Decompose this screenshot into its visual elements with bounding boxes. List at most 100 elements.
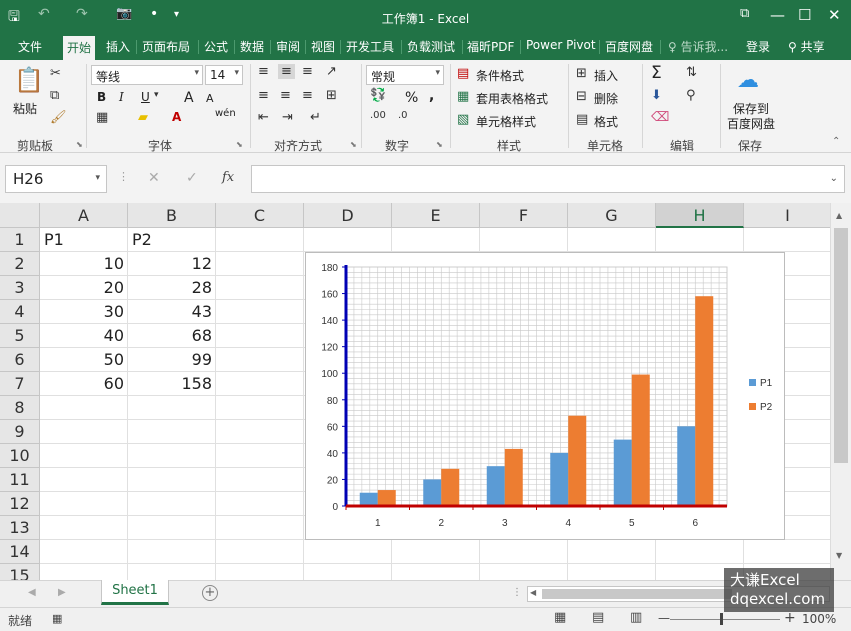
format-painter-icon[interactable]: 🖌 — [50, 110, 67, 125]
cell-b4[interactable]: 43 — [128, 300, 216, 324]
row-header-11[interactable]: 11 — [0, 468, 40, 492]
enter-icon[interactable]: ✓ — [186, 170, 198, 186]
scroll-down-icon[interactable]: ▼ — [836, 551, 842, 560]
cell-a7[interactable]: 60 — [40, 372, 128, 396]
normal-view-icon[interactable]: ▦ — [554, 610, 566, 625]
maximize-icon[interactable]: ☐ — [798, 6, 811, 24]
add-sheet-icon[interactable]: + — [202, 585, 218, 601]
number-dialog-icon[interactable]: ⬊ — [436, 140, 443, 149]
column-header-f[interactable]: F — [480, 203, 568, 228]
cut-icon[interactable]: ✂ — [50, 66, 61, 81]
find-select-icon[interactable]: ⚲ — [686, 88, 696, 103]
scroll-left-icon[interactable]: ◀ — [530, 588, 536, 597]
tell-me-search[interactable]: ♀ 告诉我... — [668, 38, 728, 55]
row-header-5[interactable]: 5 — [0, 324, 40, 348]
tab-foxit-pdf[interactable]: 福昕PDF — [467, 38, 514, 55]
column-header-a[interactable]: A — [40, 203, 128, 228]
phonetic-button[interactable]: wén — [215, 108, 236, 119]
horizontal-scroll-thumb[interactable] — [542, 589, 732, 599]
font-size-combo[interactable]: 14 ▾ — [205, 65, 243, 85]
tab-formulas[interactable]: 公式 — [204, 38, 228, 55]
zoom-in-button[interactable]: + — [784, 610, 796, 626]
insert-function-button[interactable]: fx — [222, 170, 234, 185]
row-header-4[interactable]: 4 — [0, 300, 40, 324]
align-right-icon[interactable]: ≡ — [302, 88, 313, 103]
currency-icon[interactable]: 💱 — [370, 88, 386, 103]
grow-font-button[interactable]: A — [184, 90, 194, 106]
cell-b1[interactable]: P2 — [128, 228, 156, 252]
font-color-button[interactable]: A — [172, 110, 181, 124]
cell-a4[interactable]: 30 — [40, 300, 128, 324]
prev-sheet-icon[interactable]: ◀ — [28, 587, 36, 598]
percent-button[interactable]: % — [405, 90, 418, 106]
cell-b7[interactable]: 158 — [128, 372, 216, 396]
font-dialog-icon[interactable]: ⬊ — [236, 140, 243, 149]
column-header-g[interactable]: G — [568, 203, 656, 228]
cancel-icon[interactable]: ✕ — [148, 170, 160, 186]
conditional-format-button[interactable]: 条件格式 — [476, 67, 524, 84]
align-bottom-icon[interactable]: ≡ — [302, 64, 313, 79]
tab-power-pivot[interactable]: Power Pivot — [526, 38, 596, 52]
cell-b3[interactable]: 28 — [128, 276, 216, 300]
shrink-font-button[interactable]: A — [206, 92, 214, 105]
align-top-icon[interactable]: ≡ — [258, 64, 269, 79]
underline-dropdown-icon[interactable]: ▾ — [154, 90, 159, 100]
comma-button[interactable]: , — [429, 88, 434, 104]
zoom-out-button[interactable]: — — [658, 611, 670, 625]
zoom-slider[interactable] — [670, 619, 780, 620]
row-header-8[interactable]: 8 — [0, 396, 40, 420]
column-header-d[interactable]: D — [304, 203, 392, 228]
cell-a5[interactable]: 40 — [40, 324, 128, 348]
collapse-ribbon-icon[interactable]: ⌃ — [832, 136, 840, 147]
orientation-icon[interactable]: ↗ — [326, 64, 337, 79]
next-sheet-icon[interactable]: ▶ — [58, 587, 66, 598]
worksheet-grid[interactable]: ABCDEFGHI 1 2 3 4 5 6 7 8 9 10 11 12 13 14 15 P1 P2 10… — [0, 203, 851, 580]
tab-review[interactable]: 审阅 — [276, 38, 300, 55]
ribbon-display-icon[interactable]: ⧉ — [740, 6, 749, 21]
tab-file[interactable]: 文件 — [18, 38, 42, 55]
align-dialog-icon[interactable]: ⬊ — [350, 140, 357, 149]
italic-button[interactable]: I — [119, 90, 124, 104]
tab-developer[interactable]: 开发工具 — [346, 38, 394, 55]
clipboard-dialog-icon[interactable]: ⬊ — [76, 140, 83, 149]
underline-button[interactable]: U — [141, 90, 150, 104]
scroll-up-icon[interactable]: ▲ — [836, 211, 842, 220]
macro-record-icon[interactable]: ▦ — [52, 612, 62, 625]
decrease-decimal-icon[interactable]: .0 — [398, 110, 408, 121]
increase-decimal-icon[interactable]: .00 — [370, 110, 386, 121]
page-break-view-icon[interactable]: ▥ — [630, 610, 642, 625]
vertical-scrollbar[interactable]: ▲ ▼ — [830, 203, 851, 580]
vertical-scroll-thumb[interactable] — [834, 228, 848, 463]
row-header-2[interactable]: 2 — [0, 252, 40, 276]
cell-styles-button[interactable]: 单元格样式 — [476, 113, 536, 130]
cell-b5[interactable]: 68 — [128, 324, 216, 348]
paste-icon[interactable]: 📋 — [14, 66, 44, 94]
cell-a2[interactable]: 10 — [40, 252, 128, 276]
row-header-6[interactable]: 6 — [0, 348, 40, 372]
autosum-button[interactable]: Σ — [651, 63, 662, 83]
wrap-text-icon[interactable]: ↵ — [310, 110, 321, 125]
insert-cells-button[interactable]: 插入 — [594, 67, 618, 84]
row-header-14[interactable]: 14 — [0, 540, 40, 564]
row-header-3[interactable]: 3 — [0, 276, 40, 300]
number-format-combo[interactable]: 常规 ▾ — [366, 65, 444, 85]
increase-indent-icon[interactable]: ⇥ — [282, 110, 293, 125]
bold-button[interactable]: B — [97, 90, 106, 104]
column-header-e[interactable]: E — [392, 203, 480, 228]
column-header-i[interactable]: I — [744, 203, 832, 228]
row-header-13[interactable]: 13 — [0, 516, 40, 540]
align-center-icon[interactable]: ≡ — [280, 88, 291, 103]
align-middle-icon[interactable]: ≡ — [278, 64, 295, 79]
row-header-12[interactable]: 12 — [0, 492, 40, 516]
share-button[interactable]: ⚲ 共享 — [788, 38, 825, 55]
format-as-table-button[interactable]: 套用表格格式 — [476, 90, 548, 107]
column-chart[interactable]: 0 20 40 60 80 100 120 140 160 180 1 2 3 4 5 6 P1 P2 — [305, 252, 785, 540]
copy-icon[interactable]: ⧉ — [50, 88, 59, 103]
page-layout-view-icon[interactable]: ▤ — [592, 610, 604, 625]
decrease-indent-icon[interactable]: ⇤ — [258, 110, 269, 125]
fill-icon[interactable]: ⬇ — [651, 88, 662, 103]
tab-view[interactable]: 视图 — [311, 38, 335, 55]
row-header-7[interactable]: 7 — [0, 372, 40, 396]
row-header-1[interactable]: 1 — [0, 228, 40, 252]
formula-input[interactable]: ⌄ — [251, 165, 845, 193]
